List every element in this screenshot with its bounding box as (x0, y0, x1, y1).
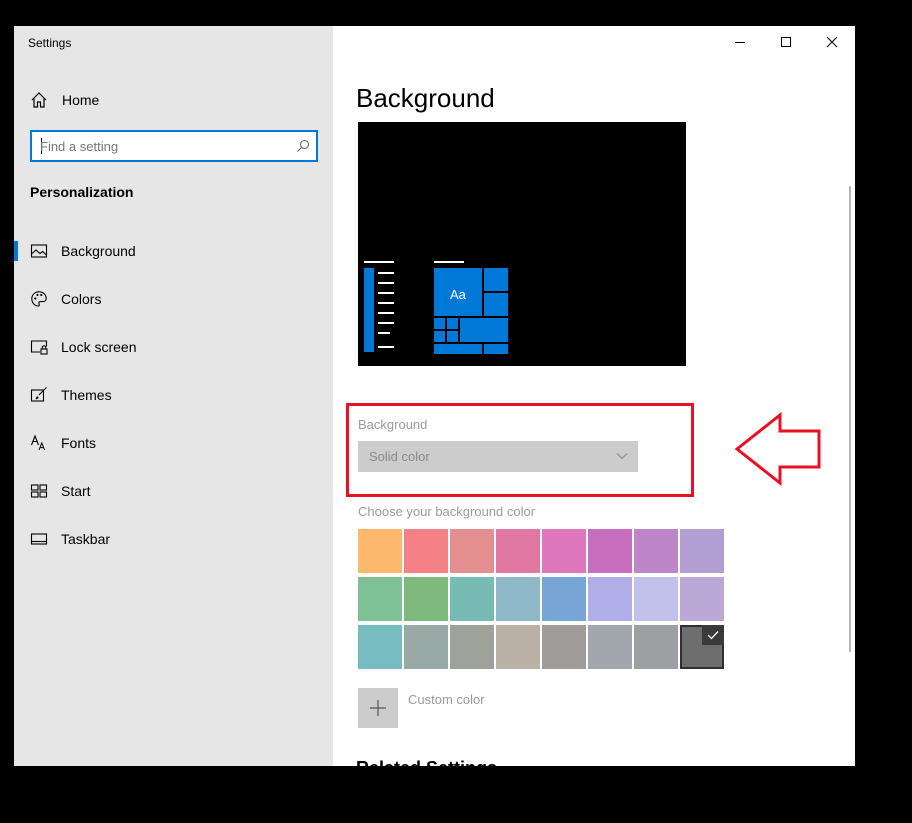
sidebar-item-background[interactable]: Background (14, 231, 333, 271)
settings-window: Settings Home Personalization Background (14, 26, 855, 766)
preview-menu-line (378, 332, 390, 334)
section-label: Personalization (30, 184, 134, 200)
color-swatch[interactable] (450, 529, 494, 573)
color-swatch[interactable] (588, 625, 632, 669)
preview-tile (484, 268, 508, 291)
preview-tile (460, 318, 508, 342)
preview-menu-line (378, 272, 394, 274)
color-swatch[interactable] (496, 529, 540, 573)
preview-menu-line (434, 261, 464, 263)
start-icon (30, 484, 48, 498)
home-icon (31, 92, 47, 108)
preview-tiles: Aa (434, 268, 508, 354)
checkmark-icon (702, 625, 724, 645)
color-swatch[interactable] (680, 529, 724, 573)
app-title: Settings (28, 36, 72, 50)
sidebar-item-taskbar[interactable]: Taskbar (14, 519, 333, 559)
color-swatch[interactable] (680, 625, 724, 669)
palette-icon (31, 291, 47, 307)
sidebar-item-label: Fonts (61, 435, 97, 451)
preview-menu-line (378, 346, 394, 348)
scrollbar[interactable] (849, 186, 851, 652)
desktop-preview: Aa (358, 122, 686, 366)
color-swatch[interactable] (634, 577, 678, 621)
minimize-button[interactable] (717, 26, 763, 58)
color-swatch[interactable] (542, 625, 586, 669)
preview-start-strip (364, 268, 374, 352)
sidebar: Settings Home Personalization Background (14, 26, 333, 766)
window-controls (717, 26, 855, 58)
preview-menu-line (378, 322, 394, 324)
sidebar-item-themes[interactable]: Themes (14, 375, 333, 415)
sidebar-item-fonts[interactable]: Fonts (14, 423, 333, 463)
brush-icon (30, 387, 47, 402)
color-swatch[interactable] (404, 529, 448, 573)
sidebar-item-label: Themes (61, 387, 112, 403)
color-swatch[interactable] (680, 577, 724, 621)
preview-menu-line (364, 261, 394, 263)
preview-tile (447, 331, 458, 342)
selection-indicator (14, 241, 18, 261)
lock-screen-icon (30, 340, 48, 355)
sidebar-item-colors[interactable]: Colors (14, 279, 333, 319)
preview-tile (434, 318, 445, 329)
annotation-highlight-box (346, 403, 694, 497)
maximize-button[interactable] (763, 26, 809, 58)
preview-menu-line (378, 292, 394, 294)
preview-menu-line (378, 302, 394, 304)
picture-icon (30, 244, 48, 258)
color-swatch[interactable] (404, 625, 448, 669)
preview-tile (434, 344, 482, 354)
preview-menu-line (378, 312, 394, 314)
preview-tile (447, 318, 458, 329)
sidebar-item-label: Lock screen (61, 339, 137, 355)
search-box[interactable] (30, 130, 318, 162)
main-content: Background Aa Background Solid color Cho… (333, 26, 855, 766)
color-swatch[interactable] (358, 625, 402, 669)
color-swatch[interactable] (404, 577, 448, 621)
sidebar-item-label: Start (61, 483, 91, 499)
home-label: Home (62, 92, 100, 108)
close-button[interactable] (809, 26, 855, 58)
color-swatch[interactable] (496, 577, 540, 621)
preview-menu-line (378, 282, 394, 284)
color-swatch[interactable] (496, 625, 540, 669)
custom-color-button[interactable] (358, 688, 398, 728)
preview-tile (434, 331, 445, 342)
color-picker-label: Choose your background color (358, 504, 536, 519)
close-icon (826, 36, 838, 48)
search-icon[interactable] (296, 139, 310, 153)
home-link[interactable]: Home (30, 90, 99, 110)
color-swatch[interactable] (588, 577, 632, 621)
color-swatch[interactable] (358, 529, 402, 573)
preview-sample-text: Aa (450, 287, 466, 302)
sidebar-item-start[interactable]: Start (14, 471, 333, 511)
color-swatch[interactable] (450, 625, 494, 669)
maximize-icon (781, 37, 791, 47)
page-title: Background (356, 83, 495, 113)
fonts-icon (30, 434, 46, 451)
search-input[interactable] (40, 136, 280, 156)
color-swatch[interactable] (634, 625, 678, 669)
preview-tile (484, 293, 508, 316)
taskbar-icon (30, 533, 48, 545)
sidebar-item-label: Background (61, 243, 136, 259)
annotation-arrow-icon (734, 412, 821, 486)
color-swatch[interactable] (542, 529, 586, 573)
sidebar-item-lock-screen[interactable]: Lock screen (14, 327, 333, 367)
color-swatch[interactable] (358, 577, 402, 621)
color-swatch[interactable] (588, 529, 632, 573)
color-swatch[interactable] (634, 529, 678, 573)
minimize-icon (735, 42, 745, 43)
sidebar-item-label: Taskbar (61, 531, 111, 547)
plus-icon (370, 700, 386, 716)
sidebar-item-label: Colors (61, 291, 102, 307)
color-swatch[interactable] (450, 577, 494, 621)
preview-tile (484, 344, 508, 354)
related-settings-heading: Related Settings (356, 758, 497, 766)
color-swatch[interactable] (542, 577, 586, 621)
custom-color-label: Custom color (408, 692, 485, 707)
